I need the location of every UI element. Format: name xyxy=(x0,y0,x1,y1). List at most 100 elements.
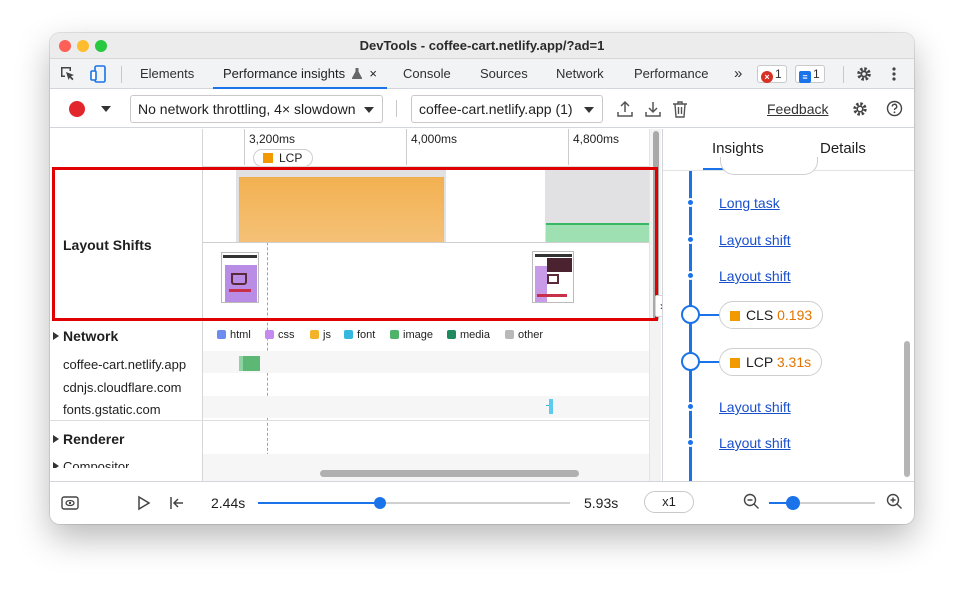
chevron-down-icon xyxy=(364,107,374,113)
minimize-window-button[interactable] xyxy=(77,40,89,52)
message-icon: ≡ xyxy=(799,71,811,83)
divider xyxy=(203,420,649,421)
panel-settings-gear-icon[interactable] xyxy=(851,100,869,121)
inspect-element-icon[interactable] xyxy=(60,66,76,82)
delete-trash-icon[interactable] xyxy=(672,100,688,121)
download-icon[interactable] xyxy=(644,100,662,121)
skip-to-start-icon[interactable] xyxy=(169,495,185,514)
recording-select[interactable]: coffee-cart.netlify.app (1) xyxy=(411,95,603,123)
zoom-slider-knob[interactable] xyxy=(786,496,801,510)
title-bar: DevTools - coffee-cart.netlify.app/?ad=1 xyxy=(50,33,914,59)
ruler-tick xyxy=(568,129,569,165)
horizontal-scrollbar-thumb[interactable] xyxy=(320,470,579,477)
zoom-window-button[interactable] xyxy=(95,40,107,52)
message-count: 1 xyxy=(813,67,820,81)
settings-gear-icon[interactable] xyxy=(855,65,873,86)
legend-swatch xyxy=(265,330,274,339)
ruler-tick xyxy=(406,129,407,165)
close-window-button[interactable] xyxy=(59,40,71,52)
layout-shift-image-block[interactable] xyxy=(546,223,649,242)
renderer-track-toggle[interactable]: Renderer xyxy=(53,431,124,447)
insight-link-layout-shift[interactable]: Layout shift xyxy=(719,435,791,451)
record-button[interactable] xyxy=(69,101,85,117)
layout-shifts-label: Layout Shifts xyxy=(63,237,152,253)
feedback-link[interactable]: Feedback xyxy=(767,101,828,117)
lcp-marker-square xyxy=(263,153,273,163)
divider xyxy=(50,420,203,421)
chevron-down-icon xyxy=(584,107,594,113)
insight-connector xyxy=(698,314,720,316)
layout-shift-js-fill xyxy=(239,177,444,242)
playback-slider-knob[interactable] xyxy=(373,497,386,509)
network-request-font[interactable] xyxy=(549,399,553,414)
tab-sources[interactable]: Sources xyxy=(480,59,528,89)
insight-link-layout-shift[interactable]: Layout shift xyxy=(719,268,791,284)
lcp-label: LCP xyxy=(746,354,773,370)
throttling-value: No network throttling, 4× slowdown xyxy=(138,101,356,117)
insight-dot xyxy=(686,235,695,244)
lcp-value: 3.31s xyxy=(776,354,812,370)
network-row xyxy=(203,396,649,418)
zoom-out-icon[interactable] xyxy=(743,493,760,513)
network-label: Network xyxy=(63,328,119,344)
playback-footer: 2.44s 5.93s x1 xyxy=(50,481,914,524)
legend-media: media xyxy=(447,329,490,341)
tab-performance-insights-label: Performance insights xyxy=(223,66,346,81)
cls-metric-pill[interactable]: CLS 0.193 xyxy=(719,301,824,329)
playback-end-time: 5.93s xyxy=(584,495,619,511)
sidebar-scrollbar-thumb[interactable] xyxy=(904,341,910,477)
host-label: coffee-cart.netlify.app xyxy=(63,357,187,372)
performance-insights-toolbar: No network throttling, 4× slowdown coffe… xyxy=(50,90,914,128)
compositor-label: Compositor xyxy=(63,459,130,468)
close-tab-icon[interactable]: × xyxy=(369,66,377,81)
tab-elements[interactable]: Elements xyxy=(140,59,194,89)
insights-rail xyxy=(689,171,692,481)
lcp-metric-pill[interactable]: LCP 3.31s xyxy=(719,348,823,376)
zoom-slider-track[interactable] xyxy=(769,496,875,510)
insight-link-layout-shift[interactable]: Layout shift xyxy=(719,232,791,248)
tab-performance[interactable]: Performance xyxy=(634,59,708,89)
network-track-toggle[interactable]: Network xyxy=(53,328,118,344)
compositor-track-toggle[interactable]: Compositor xyxy=(53,459,129,468)
device-toolbar-icon[interactable] xyxy=(90,65,108,83)
more-tabs-button[interactable]: » xyxy=(734,59,742,89)
tab-details[interactable]: Details xyxy=(820,140,866,157)
recording-value: coffee-cart.netlify.app (1) xyxy=(419,101,573,117)
tab-network[interactable]: Network xyxy=(556,59,604,89)
vertical-scrollbar-thumb[interactable] xyxy=(653,131,659,321)
metric-square xyxy=(730,358,740,368)
record-options-dropdown[interactable] xyxy=(101,106,111,112)
devtools-window: DevTools - coffee-cart.netlify.app/?ad=1… xyxy=(50,33,914,524)
kebab-menu-icon[interactable] xyxy=(891,66,897,82)
play-icon[interactable] xyxy=(137,495,151,514)
legend-image: image xyxy=(390,329,433,341)
screenshots-toggle-icon[interactable] xyxy=(61,495,79,514)
playback-slider-track[interactable] xyxy=(258,497,570,509)
legend-label: js xyxy=(323,329,331,341)
throttling-select[interactable]: No network throttling, 4× slowdown xyxy=(130,95,383,123)
legend-swatch xyxy=(505,330,514,339)
legend-swatch xyxy=(390,330,399,339)
lcp-marker[interactable]: LCP xyxy=(253,149,314,167)
playback-slider-fill xyxy=(258,502,380,504)
insight-link-long-task[interactable]: Long task xyxy=(719,195,780,211)
timeline-tracks[interactable]: 3,200ms 4,000ms 4,800ms LCP html css js … xyxy=(203,129,649,481)
legend-label: media xyxy=(460,329,490,341)
playback-speed-button[interactable]: x1 xyxy=(644,491,694,513)
upload-icon[interactable] xyxy=(616,100,634,121)
insight-dot xyxy=(686,402,695,411)
error-count: 1 xyxy=(775,67,782,81)
tab-performance-insights[interactable]: Performance insights × xyxy=(213,59,387,89)
tab-insights[interactable]: Insights xyxy=(712,140,764,157)
zoom-in-icon[interactable] xyxy=(886,493,903,513)
tab-console[interactable]: Console xyxy=(403,59,451,89)
expand-triangle-icon xyxy=(53,332,59,340)
layout-shift-screenshot[interactable] xyxy=(532,251,574,303)
insight-link-layout-shift[interactable]: Layout shift xyxy=(719,399,791,415)
legend-label: image xyxy=(403,329,433,341)
message-count-badge[interactable]: ≡ 1 xyxy=(795,65,825,83)
error-count-badge[interactable]: × 1 xyxy=(757,65,787,83)
layout-shift-screenshot[interactable] xyxy=(221,252,259,303)
help-icon[interactable] xyxy=(886,100,903,120)
insight-pill-partial xyxy=(720,157,818,175)
